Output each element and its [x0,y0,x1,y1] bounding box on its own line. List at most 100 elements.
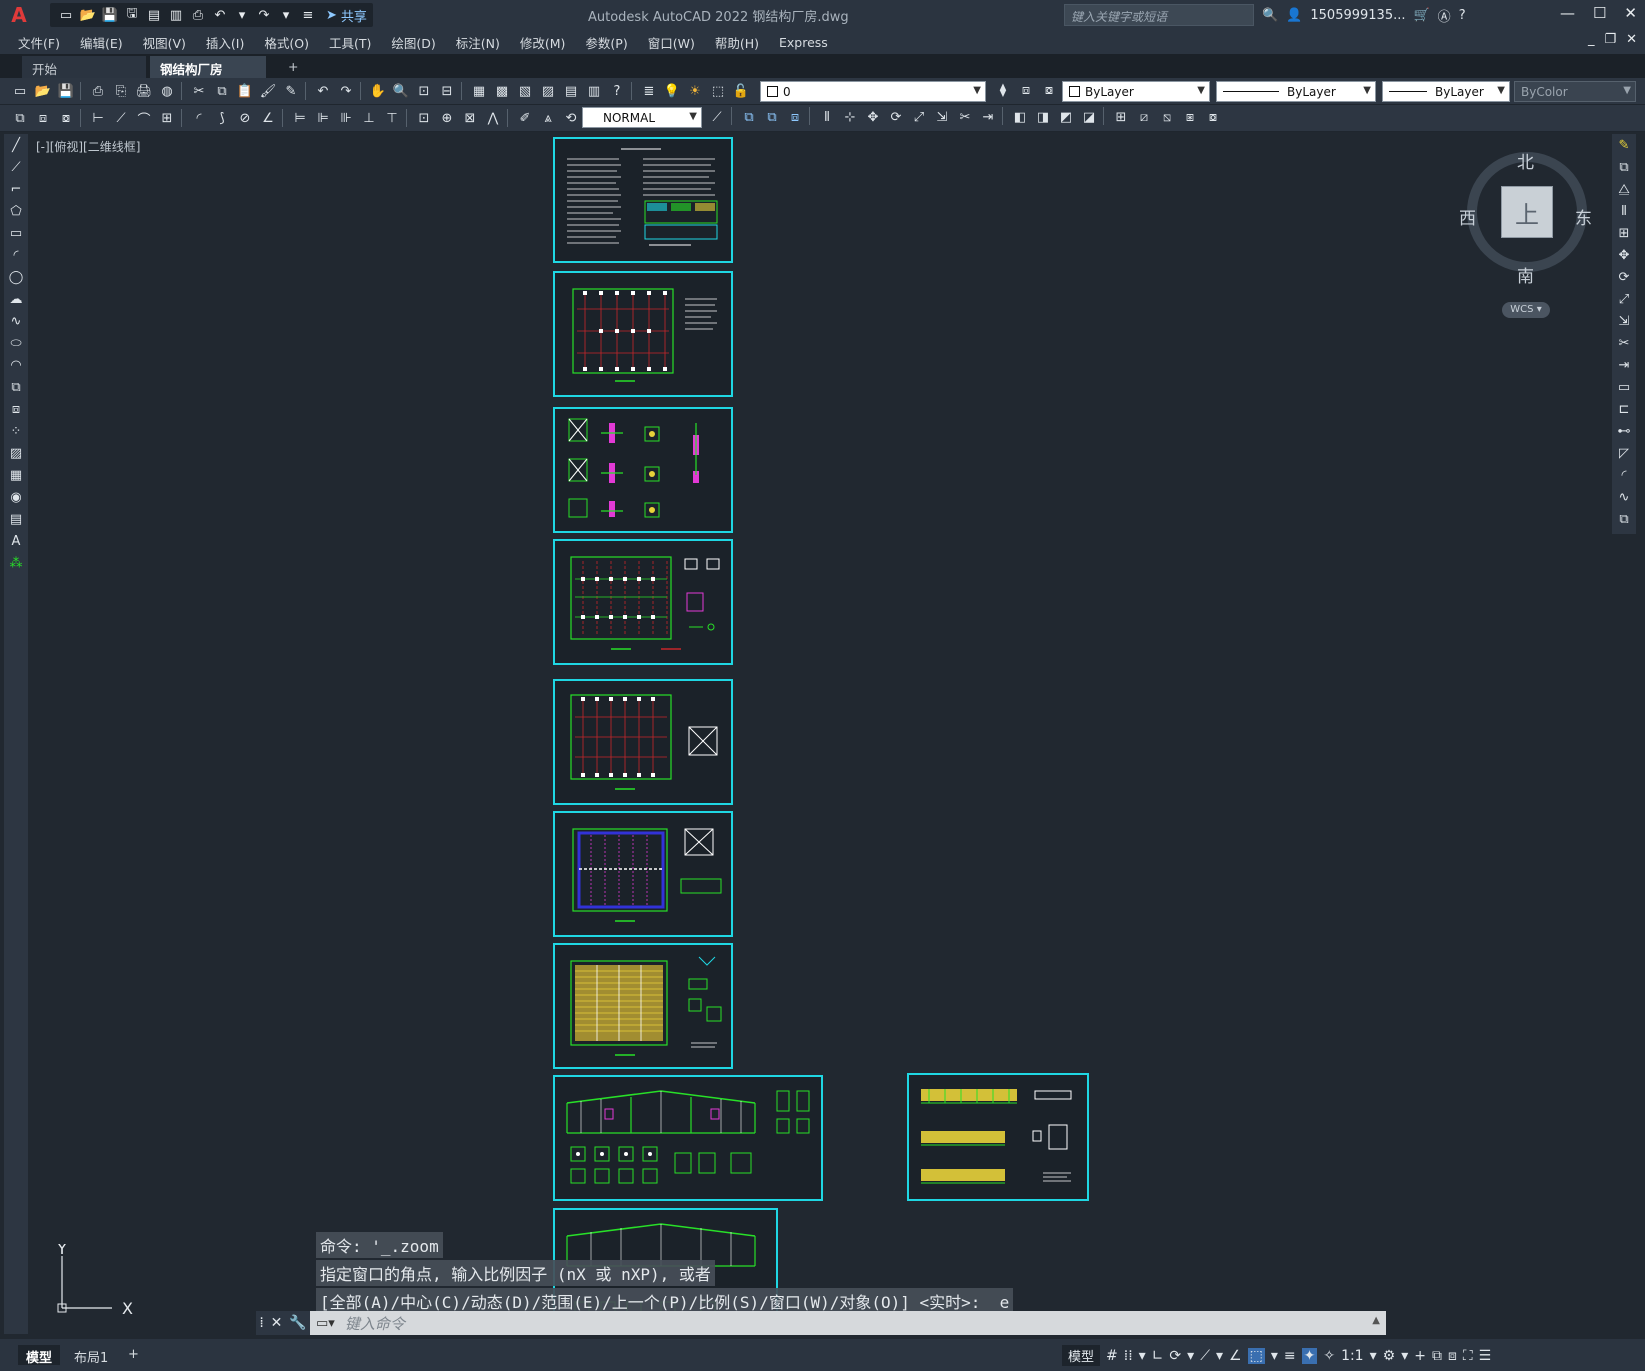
doc-close-icon[interactable]: ✕ [1626,32,1637,47]
properties-icon[interactable]: ▦ [469,81,489,101]
menu-edit[interactable]: 编辑(E) [80,33,123,52]
extend-icon[interactable]: ⇥ [978,107,998,127]
point-icon[interactable]: ⁘ [4,420,28,442]
save-web-icon[interactable]: ▥ [166,5,186,25]
customization-menu-icon[interactable]: ☰ [1479,1348,1492,1364]
ellipse-icon[interactable]: ⬭ [4,332,28,354]
revision-cloud-icon[interactable]: ☁ [4,288,28,310]
ellipse-arc-icon[interactable]: ◠ [4,354,28,376]
chevron-down-icon[interactable]: ▾ [1139,1348,1146,1364]
blend-curves-icon[interactable]: ∿ [1612,486,1636,508]
add-layout-button[interactable]: + [120,1345,147,1365]
help-icon[interactable]: ? [607,81,627,101]
drawing-sheet[interactable] [907,1073,1089,1201]
trim-icon[interactable]: ✂ [955,107,975,127]
menu-parametric[interactable]: 参数(P) [585,33,627,52]
cut-icon[interactable]: ✂ [189,81,209,101]
customize-qat-icon[interactable]: ≡ [298,5,318,25]
compass-west[interactable]: 西 [1459,204,1476,229]
annotation-scale[interactable]: 1:1 [1341,1348,1364,1364]
chevron-down-icon[interactable]: ▾ [1216,1348,1223,1364]
stretch-icon[interactable]: ⇲ [1612,310,1636,332]
fillet-icon[interactable]: ◪ [1079,107,1099,127]
recent-commands-icon[interactable]: ▭▾ [316,1316,335,1331]
lineweight-combo[interactable]: ByLayer ▼ [1382,81,1510,102]
fillet-icon[interactable]: ◜ [1612,464,1636,486]
zoom-realtime-icon[interactable]: 🔍 [391,81,411,101]
array-icon[interactable]: ⊞ [1612,222,1636,244]
drawing-sheet[interactable] [553,271,733,397]
design-center-icon[interactable]: ▩ [492,81,512,101]
chevron-down-icon[interactable]: ▾ [1401,1348,1408,1364]
layer-iso-icon[interactable]: ⧈ [33,108,53,128]
cart-icon[interactable]: 🛒 [1413,8,1429,23]
layer-state-icon[interactable]: ⧉ [10,108,30,128]
redo-icon[interactable]: ↷ [254,5,274,25]
user-name[interactable]: 1505999135... [1310,8,1405,23]
add-selected-icon[interactable]: ⁂ [4,552,28,574]
center-mark-icon[interactable]: ⊕ [437,108,457,128]
angular-icon[interactable]: ∠ [258,108,278,128]
dimension-edit-icon[interactable]: ✐ [515,108,535,128]
linetype-combo[interactable]: ByLayer ▼ [1216,81,1376,102]
help-icon[interactable]: ? [1459,8,1466,23]
explode-icon[interactable]: ⧉ [1612,508,1636,530]
arc-icon[interactable]: ◜ [4,244,28,266]
share-button[interactable]: ➤ 共享 [326,6,367,25]
color-combo[interactable]: ByLayer ▼ [1062,81,1210,102]
ungroup-icon[interactable]: ⧆ [1180,107,1200,127]
insert-block-icon[interactable]: ⧉ [4,376,28,398]
search-input[interactable]: 键入关键字或短语 [1064,4,1254,26]
tool-palettes-icon[interactable]: ▧ [515,81,535,101]
compass-south[interactable]: 南 [1517,262,1534,287]
redo-dropdown-icon[interactable]: ▾ [276,5,296,25]
tab-layout1[interactable]: 布局1 [66,1345,116,1366]
maximize-icon[interactable]: ☐ [1593,4,1606,22]
drawing-sheet[interactable] [553,137,733,263]
wcs-menu[interactable]: WCS ▾ [1502,302,1550,318]
pan-icon[interactable]: ✋ [368,81,388,101]
copy-icon[interactable]: ⧉ [212,81,232,101]
mirror-icon[interactable]: ⧈ [785,107,805,127]
hardware-acceleration-icon[interactable]: ⧈ [1448,1348,1457,1364]
drawing-sheet[interactable] [553,539,733,665]
rotate-icon[interactable]: ⟳ [1612,266,1636,288]
open-web-icon[interactable]: ▤ [144,5,164,25]
undo-icon[interactable]: ↶ [313,81,333,101]
menu-window[interactable]: 窗口(W) [648,33,695,52]
dimension-break-icon[interactable]: ⊤ [382,108,402,128]
minimize-icon[interactable]: — [1560,4,1575,22]
layer-on-icon[interactable]: 💡 [662,81,682,101]
new-icon[interactable]: ▭ [10,81,30,101]
plot-icon[interactable]: ⎙ [188,5,208,25]
viewcube-top-face[interactable]: 上 [1501,186,1553,238]
layer-freeze-icon[interactable]: ☀ [685,81,705,101]
scale-icon[interactable]: ⤢ [909,107,929,127]
menu-tools[interactable]: 工具(T) [329,33,371,52]
menu-view[interactable]: 视图(V) [143,33,186,52]
group-icon[interactable]: ⧅ [1157,107,1177,127]
match-properties-icon[interactable]: 🖌 [258,81,278,101]
redo-icon[interactable]: ↷ [336,81,356,101]
copy-object-icon[interactable]: ⧉ [762,107,782,127]
plus-icon[interactable]: + [1414,1348,1426,1364]
polyline-icon[interactable]: ⌐ [4,178,28,200]
table-icon[interactable]: ▤ [4,508,28,530]
clean-screen-icon[interactable]: ⛶ [1463,1348,1473,1364]
paste-icon[interactable]: 📋 [235,81,255,101]
menu-insert[interactable]: 插入(I) [206,33,244,52]
drawing-sheet[interactable] [553,943,733,1069]
plotstyle-combo[interactable]: ByColor ▼ [1514,81,1636,102]
new-file-icon[interactable]: ▭ [56,5,76,25]
inspect-icon[interactable]: ⊠ [460,108,480,128]
undo-dropdown-icon[interactable]: ▾ [232,5,252,25]
continue-icon[interactable]: ⊪ [336,108,356,128]
ortho-icon[interactable]: ∟ [1152,1348,1164,1364]
viewcube[interactable]: 上 北 南 东 西 [1459,152,1592,287]
spline-icon[interactable]: ∿ [4,310,28,332]
mirror-icon[interactable]: ⧋ [1612,178,1636,200]
lineweight-icon[interactable]: ≡ [1284,1348,1296,1364]
break-icon[interactable]: ◧ [1010,107,1030,127]
rectangle-icon[interactable]: ▭ [4,222,28,244]
multiline-text-icon[interactable]: A [4,530,28,552]
